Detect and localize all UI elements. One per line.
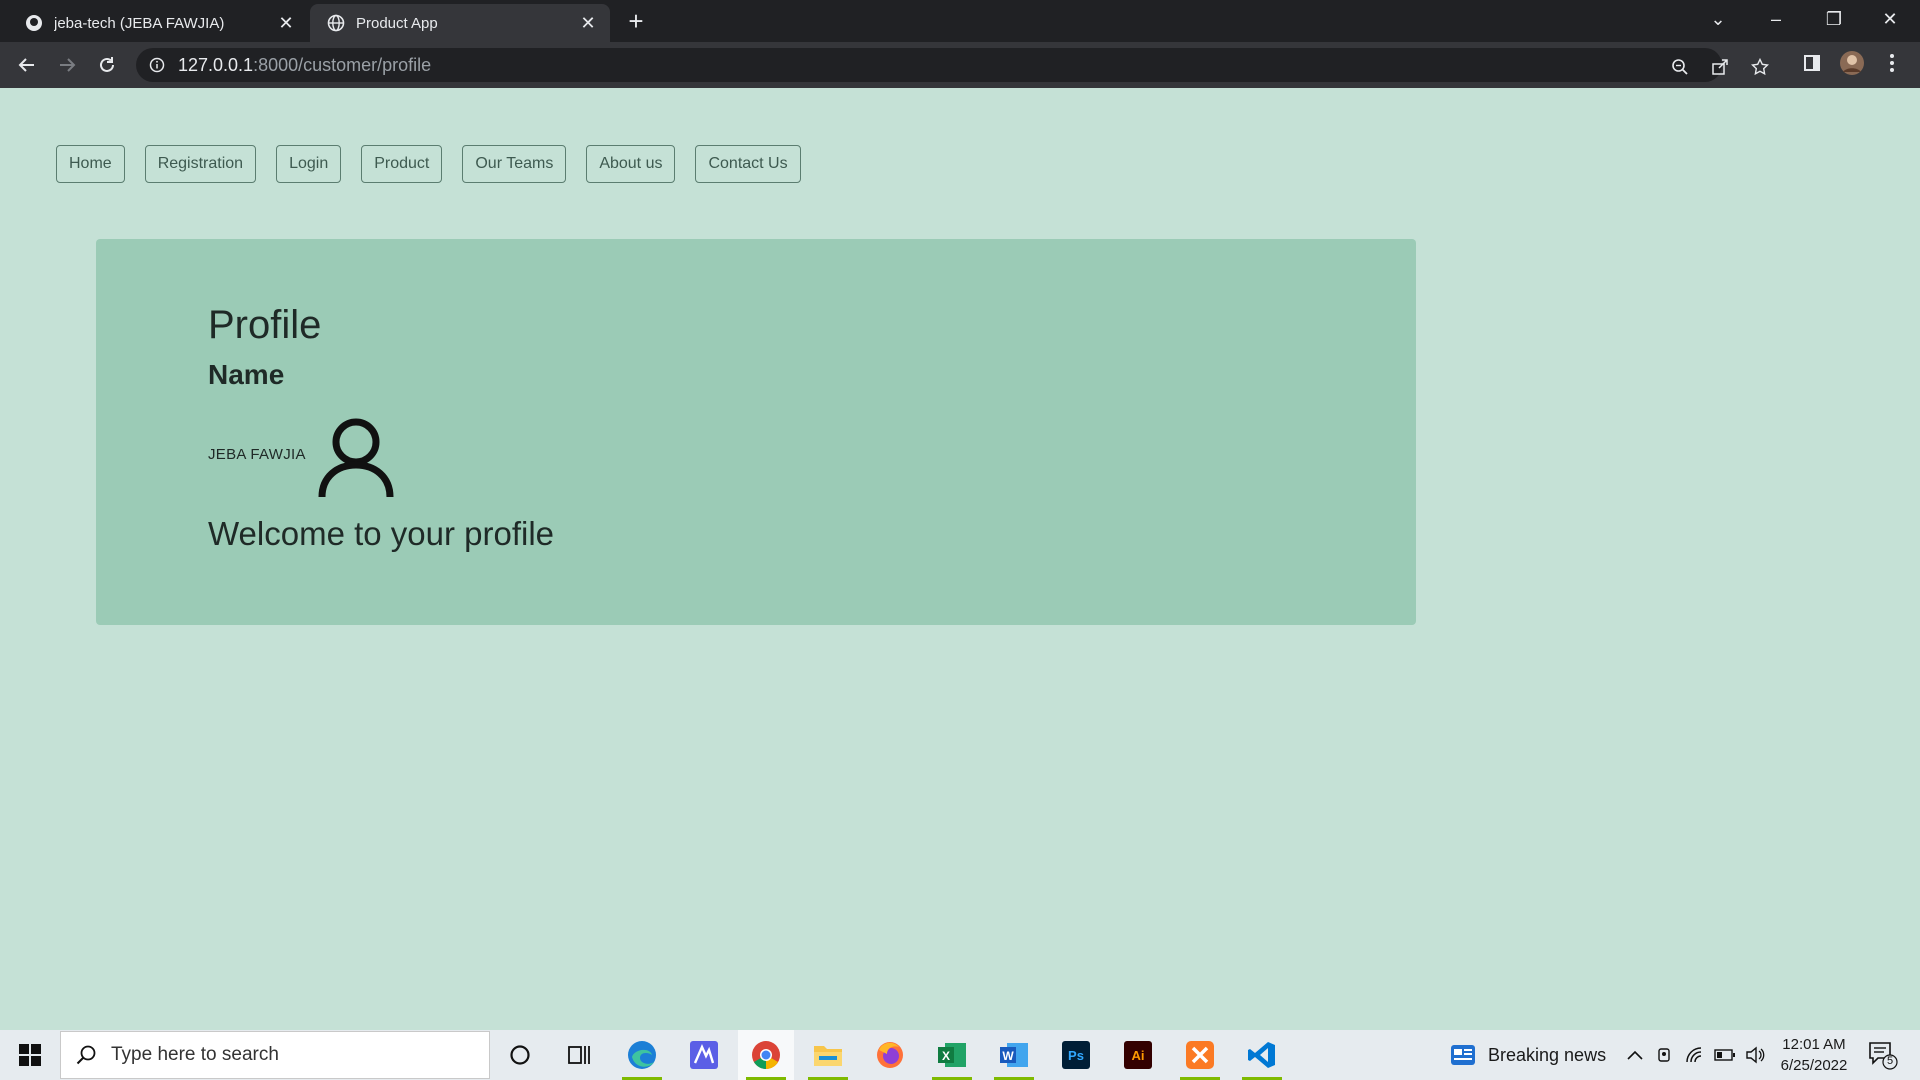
restore-button[interactable]: ❐: [1806, 0, 1862, 38]
github-icon: [24, 13, 44, 33]
vscode-icon[interactable]: [1234, 1030, 1290, 1080]
profile-avatar[interactable]: [1838, 49, 1866, 77]
close-tab-icon[interactable]: ✕: [274, 11, 298, 35]
search-placeholder: Type here to search: [111, 1044, 279, 1065]
close-tab-icon[interactable]: ✕: [576, 11, 600, 35]
page-title: Profile: [208, 303, 322, 347]
marketing-app-icon[interactable]: [676, 1030, 732, 1080]
battery-icon[interactable]: [1714, 1044, 1736, 1066]
notification-center-icon[interactable]: 5: [1866, 1040, 1900, 1070]
name-label: Name: [208, 359, 285, 390]
globe-icon: [326, 13, 346, 33]
side-panel-icon[interactable]: [1798, 49, 1826, 77]
file-explorer-icon[interactable]: [800, 1030, 856, 1080]
svg-text:Ai: Ai: [1132, 1048, 1145, 1063]
search-icon: [76, 1045, 96, 1065]
edge-icon[interactable]: [614, 1030, 670, 1080]
photoshop-icon[interactable]: Ps: [1048, 1030, 1104, 1080]
excel-icon[interactable]: X: [924, 1030, 980, 1080]
clock-date: 6/25/2022: [1780, 1057, 1848, 1074]
tab-search-icon[interactable]: ⌄: [1690, 0, 1746, 38]
cortana-icon[interactable]: [492, 1030, 548, 1080]
user-name: JEBA FAWJIA: [208, 446, 306, 463]
tab-product-app[interactable]: Product App ✕: [310, 4, 610, 42]
chrome-icon[interactable]: [738, 1030, 794, 1080]
news-text: Breaking news: [1488, 1044, 1607, 1065]
reload-button[interactable]: [91, 49, 123, 81]
firefox-icon[interactable]: [862, 1030, 918, 1080]
back-button[interactable]: [11, 49, 43, 81]
welcome-message: Welcome to your profile: [208, 515, 555, 552]
meet-now-icon[interactable]: [1654, 1044, 1676, 1066]
close-window-button[interactable]: ✕: [1862, 0, 1918, 38]
forward-button[interactable]: [51, 49, 83, 81]
share-icon[interactable]: [1710, 57, 1730, 77]
url-path: :8000/customer/profile: [253, 54, 432, 75]
news-icon: [1451, 1045, 1475, 1065]
nav-our-teams[interactable]: Our Teams: [462, 145, 567, 183]
windows-start-icon[interactable]: [0, 1030, 60, 1080]
browser-tab-strip: jeba-tech (JEBA FAWJIA) ✕ Product App ✕ …: [0, 0, 1920, 42]
wifi-icon[interactable]: [1684, 1044, 1706, 1066]
notification-count: 5: [1886, 1055, 1894, 1067]
zoom-icon[interactable]: [1670, 57, 1690, 77]
tab-title: Product App: [356, 14, 438, 32]
windows-taskbar: Type here to search X W Ps Ai Breaking n…: [0, 1030, 1920, 1080]
url-text: 127.0.0.1:8000/customer/profile: [178, 55, 431, 76]
nav-about-us[interactable]: About us: [586, 145, 676, 183]
nav-home[interactable]: Home: [56, 145, 125, 183]
volume-icon[interactable]: [1744, 1044, 1766, 1066]
chevron-up-icon[interactable]: [1624, 1044, 1646, 1066]
chrome-menu-icon[interactable]: [1878, 49, 1906, 77]
site-info-icon[interactable]: [148, 56, 166, 74]
clock-time: 12:01 AM: [1782, 1036, 1846, 1053]
browser-toolbar: 127.0.0.1:8000/customer/profile: [0, 42, 1920, 88]
svg-text:X: X: [942, 1049, 950, 1063]
bookmark-star-icon[interactable]: [1750, 57, 1770, 77]
minimize-button[interactable]: –: [1748, 0, 1804, 38]
nav-login[interactable]: Login: [276, 145, 342, 183]
nav-product[interactable]: Product: [361, 145, 443, 183]
news-widget[interactable]: Breaking news: [1450, 1030, 1606, 1080]
task-view-icon[interactable]: [552, 1030, 608, 1080]
site-nav: Home Registration Login Product Our Team…: [56, 145, 821, 183]
illustrator-icon[interactable]: Ai: [1110, 1030, 1166, 1080]
new-tab-button[interactable]: +: [622, 8, 650, 36]
address-bar[interactable]: 127.0.0.1:8000/customer/profile: [136, 48, 1769, 82]
system-clock[interactable]: 12:01 AM 6/25/2022: [1770, 1034, 1858, 1076]
tab-title: jeba-tech (JEBA FAWJIA): [54, 14, 225, 32]
taskbar-search[interactable]: Type here to search: [60, 1031, 490, 1079]
word-icon[interactable]: W: [986, 1030, 1042, 1080]
user-icon: [318, 417, 394, 499]
xampp-icon[interactable]: [1172, 1030, 1228, 1080]
nav-registration[interactable]: Registration: [144, 145, 257, 183]
svg-text:W: W: [1002, 1049, 1014, 1063]
nav-contact-us[interactable]: Contact Us: [695, 145, 801, 183]
profile-card: Profile Name JEBA FAWJIA Welcome to your…: [96, 239, 1416, 625]
tab-github[interactable]: jeba-tech (JEBA FAWJIA) ✕: [8, 4, 308, 42]
svg-text:Ps: Ps: [1068, 1048, 1084, 1063]
url-host: 127.0.0.1: [178, 54, 254, 75]
